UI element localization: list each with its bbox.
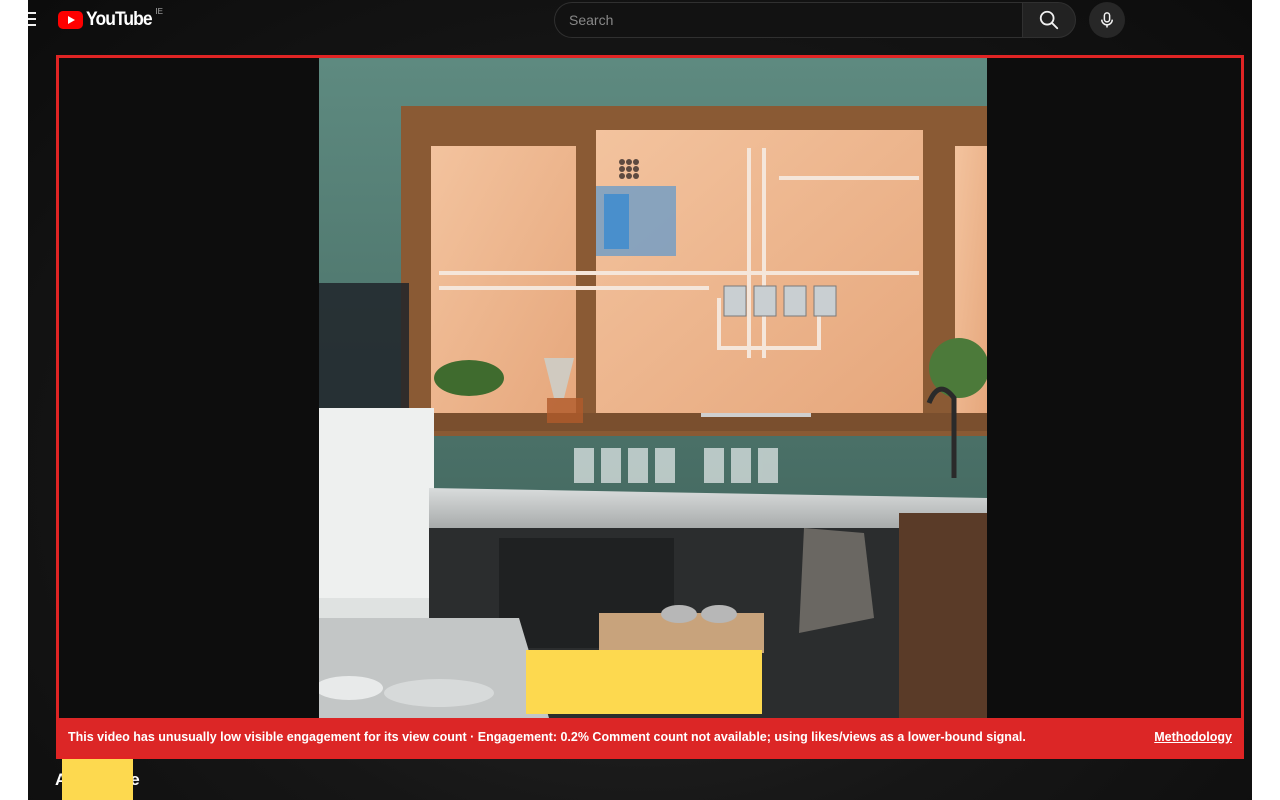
search-icon <box>1039 10 1059 30</box>
title-redaction-box <box>62 759 133 800</box>
video-still <box>319 58 987 718</box>
search-button[interactable] <box>1022 2 1076 38</box>
watch-page: YouTube IE Search This video has unusual… <box>28 0 1252 800</box>
engagement-warning-banner: This video has unusually low visible eng… <box>59 718 1241 756</box>
right-gutter <box>1252 0 1280 800</box>
region-code: IE <box>155 7 164 16</box>
youtube-logo[interactable]: YouTube IE <box>58 7 164 31</box>
youtube-play-icon <box>58 11 83 29</box>
voice-search-button[interactable] <box>1089 2 1125 38</box>
search-input[interactable] <box>555 3 1022 37</box>
video-player[interactable]: This video has unusually low visible eng… <box>56 55 1244 759</box>
redaction-box <box>526 650 762 714</box>
search-box <box>554 2 1022 38</box>
video-frame-cafe-scene[interactable] <box>319 58 987 718</box>
video-area[interactable] <box>59 58 1241 718</box>
engagement-warning-text: This video has unusually low visible eng… <box>68 730 1026 744</box>
microphone-icon <box>1101 12 1113 28</box>
methodology-link[interactable]: Methodology <box>1154 730 1232 744</box>
logo-text: YouTube <box>86 9 153 30</box>
masthead: YouTube IE <box>28 0 1252 40</box>
menu-icon[interactable] <box>28 12 36 26</box>
left-gutter <box>0 0 28 800</box>
